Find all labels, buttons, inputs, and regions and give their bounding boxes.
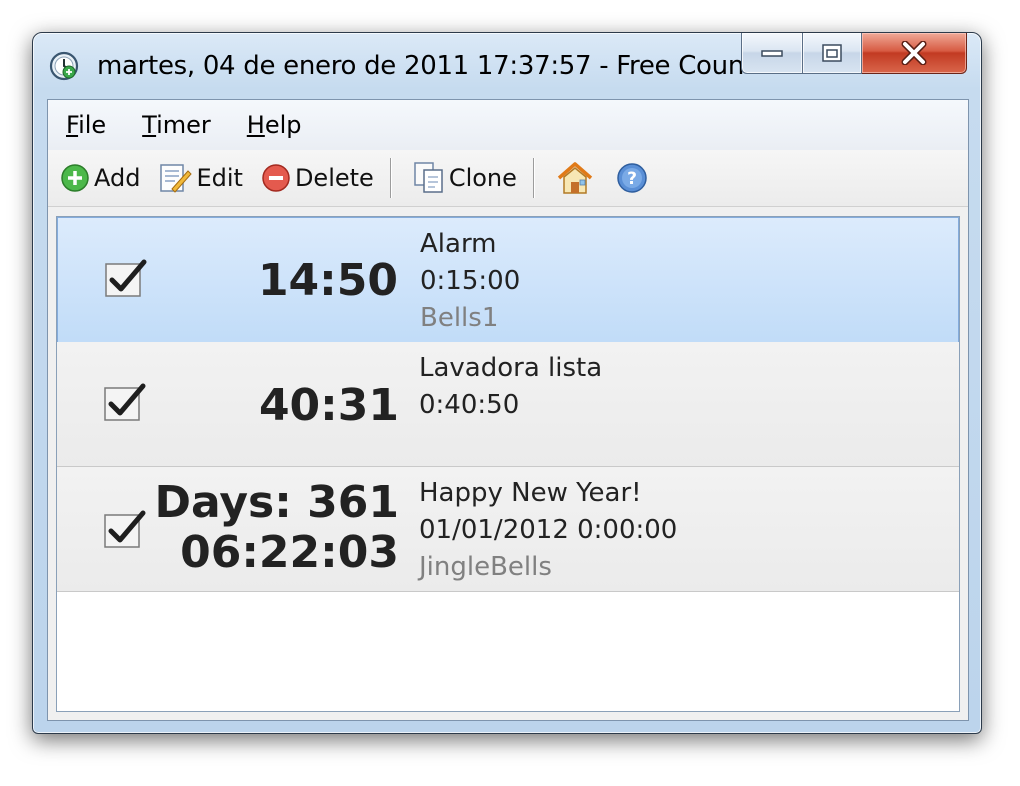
- remaining-time: 14:50: [257, 255, 398, 306]
- edit-label: Edit: [196, 164, 243, 192]
- menu-help-rest: elp: [264, 111, 302, 139]
- checkbox-checked-icon[interactable]: [103, 382, 147, 422]
- minimize-icon: [761, 50, 783, 57]
- title-bar[interactable]: martes, 04 de enero de 2011 17:37:57 - F…: [33, 33, 981, 97]
- toolbar-separator: [532, 158, 534, 198]
- remaining-time: 40:31: [258, 380, 399, 431]
- toolbar-separator: [389, 158, 391, 198]
- timer-target: 0:40:50: [419, 390, 520, 420]
- delete-icon: [262, 164, 290, 192]
- menu-timer-rest: imer: [156, 111, 211, 139]
- menu-help[interactable]: Help: [247, 111, 302, 139]
- timer-row[interactable]: 14:50 Alarm 0:15:00 Bells1: [57, 217, 959, 343]
- remaining-time: 06:22:03: [180, 527, 399, 578]
- delete-label: Delete: [294, 164, 374, 192]
- help-button[interactable]: ?: [610, 158, 658, 198]
- add-label: Add: [94, 164, 141, 192]
- timer-name: Alarm: [420, 229, 497, 259]
- menu-timer[interactable]: Timer: [142, 111, 211, 139]
- checkbox-checked-icon[interactable]: [103, 509, 147, 549]
- menu-file[interactable]: File: [66, 111, 106, 139]
- app-window: martes, 04 de enero de 2011 17:37:57 - F…: [32, 32, 982, 734]
- delete-button[interactable]: Delete: [255, 158, 380, 198]
- add-icon: [61, 164, 89, 192]
- home-icon: [557, 162, 593, 194]
- timer-sound: JingleBells: [419, 552, 552, 582]
- timer-info: Happy New Year! 01/01/2012 0:00:00 Jingl…: [419, 475, 677, 586]
- checkbox-checked-icon[interactable]: [104, 258, 148, 298]
- client-area: File Timer Help Add Edit Delete Clone ? …: [47, 99, 969, 721]
- timer-name: Lavadora lista: [419, 353, 603, 383]
- clone-icon: [414, 162, 443, 193]
- timer-target: 01/01/2012 0:00:00: [419, 515, 678, 545]
- help-icon: ?: [617, 163, 647, 193]
- timer-info: Lavadora lista 0:40:50: [419, 350, 602, 424]
- home-button[interactable]: [550, 158, 604, 198]
- timer-sound: Bells1: [420, 303, 499, 333]
- close-button[interactable]: [862, 33, 967, 74]
- remaining-days: Days: 361: [154, 477, 400, 528]
- menu-bar: File Timer Help: [48, 100, 968, 150]
- close-icon: [901, 41, 927, 65]
- timer-row[interactable]: 40:31 Lavadora lista 0:40:50: [57, 342, 959, 467]
- edit-button[interactable]: Edit: [152, 158, 248, 198]
- maximize-button[interactable]: [803, 33, 862, 74]
- add-button[interactable]: Add: [54, 158, 146, 198]
- window-controls: [741, 33, 967, 77]
- toolbar: Add Edit Delete Clone ?: [48, 150, 968, 207]
- menu-file-rest: ile: [78, 111, 107, 139]
- edit-icon: [160, 164, 193, 193]
- maximize-icon: [822, 44, 842, 62]
- minimize-button[interactable]: [741, 33, 803, 74]
- svg-text:?: ?: [627, 169, 637, 189]
- timer-name: Happy New Year!: [419, 478, 642, 508]
- clone-button[interactable]: Clone: [407, 158, 523, 198]
- timer-info: Alarm 0:15:00 Bells1: [420, 226, 520, 337]
- app-clock-icon[interactable]: [49, 51, 79, 81]
- timer-row[interactable]: Days: 361 06:22:03 Happy New Year! 01/01…: [57, 467, 959, 592]
- window-title: martes, 04 de enero de 2011 17:37:57 - F…: [97, 51, 778, 81]
- clone-label: Clone: [448, 164, 517, 192]
- timer-list[interactable]: 14:50 Alarm 0:15:00 Bells1 40:31 Lavador…: [56, 216, 960, 712]
- timer-target: 0:15:00: [420, 266, 521, 296]
